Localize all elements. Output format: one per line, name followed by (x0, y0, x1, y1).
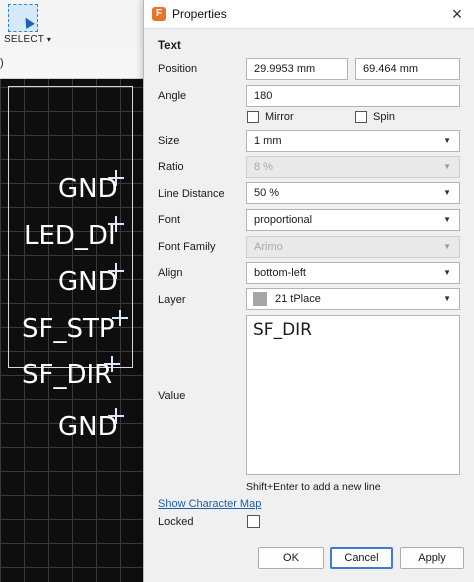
canvas-label[interactable]: SF_STP (22, 316, 115, 342)
cancel-button[interactable]: Cancel (330, 547, 393, 569)
apply-button[interactable]: Apply (400, 547, 464, 569)
mirror-checkbox[interactable] (247, 111, 259, 123)
align-label: Align (158, 267, 183, 279)
dialog-title: Properties (172, 7, 227, 21)
dropdown-arrow-icon: ▼ (443, 136, 451, 145)
origin-cross-icon (108, 263, 124, 279)
font-label: Font (158, 214, 181, 226)
origin-cross-icon (108, 408, 124, 424)
mirror-label: Mirror (265, 111, 294, 123)
value-label: Value (158, 390, 186, 402)
newline-hint: Shift+Enter to add a new line (246, 481, 381, 493)
dropdown-arrow-icon: ▼ (443, 294, 451, 303)
cursor-icon (21, 15, 35, 29)
value-textarea[interactable]: SF_DIR (246, 315, 460, 475)
line-distance-select[interactable]: 50 % ▼ (246, 182, 460, 204)
value-text: SF_DIR (253, 320, 312, 340)
position-x-field[interactable]: 29.9953 mm (246, 58, 348, 80)
command-bar: ) (0, 48, 150, 79)
font-family-select: Arimo ▼ (246, 236, 460, 258)
origin-cross-icon (112, 310, 128, 326)
toolbar: SELECT ▾ (0, 0, 150, 49)
origin-cross-icon (104, 356, 120, 372)
line-distance-value: 50 % (254, 187, 280, 199)
dialog-titlebar[interactable]: F Properties × (144, 0, 474, 29)
font-family-label: Font Family (158, 241, 216, 253)
font-value: proportional (254, 214, 313, 226)
close-button[interactable]: × (447, 4, 467, 24)
ok-button[interactable]: OK (258, 547, 324, 569)
font-select[interactable]: proportional ▼ (246, 209, 460, 231)
layer-label: Layer (158, 294, 186, 306)
dropdown-arrow-icon: ▼ (443, 215, 451, 224)
position-label: Position (158, 63, 198, 75)
fusion-app-icon: F (152, 7, 166, 21)
origin-cross-icon (108, 170, 124, 186)
spin-label: Spin (373, 111, 396, 123)
size-select[interactable]: 1 mm ▼ (246, 130, 460, 152)
layer-color-swatch (253, 292, 267, 306)
ratio-label: Ratio (158, 161, 184, 173)
locked-checkbox[interactable] (247, 515, 260, 528)
size-label: Size (158, 135, 180, 147)
layer-value: 21 tPlace (275, 293, 321, 305)
select-tool-label[interactable]: SELECT ▾ (4, 34, 51, 45)
canvas-label[interactable]: LED_DI (24, 223, 116, 249)
align-value: bottom-left (254, 267, 306, 279)
dropdown-arrow-icon: ▼ (443, 162, 451, 171)
locked-label: Locked (158, 516, 194, 528)
spin-checkbox[interactable] (355, 111, 367, 123)
chevron-down-icon: ▾ (46, 35, 52, 44)
dropdown-arrow-icon: ▼ (443, 188, 451, 197)
angle-label: Angle (158, 90, 187, 102)
align-select[interactable]: bottom-left ▼ (246, 262, 460, 284)
ratio-value: 8 % (254, 161, 273, 173)
layer-select[interactable]: 21 tPlace ▼ (246, 288, 460, 310)
angle-field[interactable]: 180 (246, 85, 460, 107)
ratio-select: 8 % ▼ (246, 156, 460, 178)
origin-cross-icon (108, 216, 124, 232)
position-y-field[interactable]: 69.464 mm (355, 58, 460, 80)
show-character-map-link[interactable]: Show Character Map (158, 498, 261, 510)
dropdown-arrow-icon: ▼ (443, 242, 451, 251)
select-label-text: SELECT (4, 34, 44, 45)
command-bar-text: ) (0, 57, 4, 69)
select-tool-icon[interactable] (8, 4, 38, 32)
line-distance-label: Line Distance (158, 188, 225, 200)
canvas-label[interactable]: SF_DIR (22, 362, 112, 388)
section-heading-text: Text (158, 40, 181, 52)
font-family-value: Arimo (254, 241, 283, 253)
dropdown-arrow-icon: ▼ (443, 268, 451, 277)
size-value: 1 mm (254, 135, 282, 147)
properties-dialog: F Properties × Text Position 29.9953 mm … (143, 0, 474, 582)
